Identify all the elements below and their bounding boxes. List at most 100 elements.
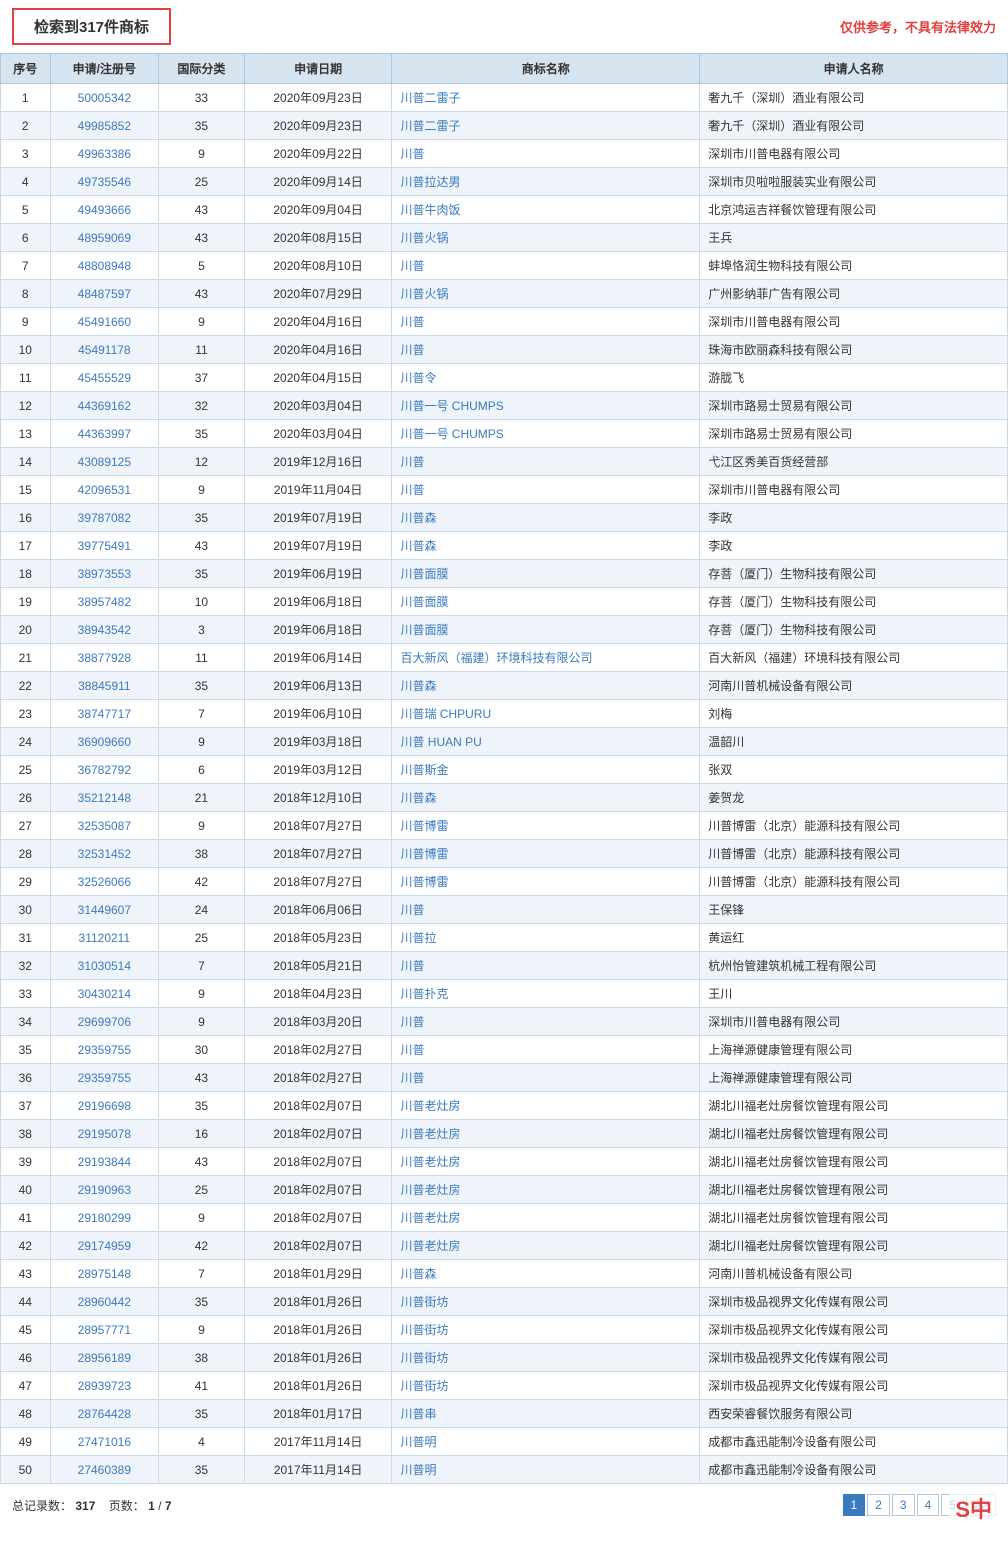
app-no-link[interactable]: 36782792 (78, 763, 131, 777)
app-no-link[interactable]: 44369162 (78, 399, 131, 413)
cell-app-no[interactable]: 27471016 (50, 1428, 159, 1456)
app-no-link[interactable]: 28764428 (78, 1407, 131, 1421)
app-no-link[interactable]: 29190963 (78, 1183, 131, 1197)
app-no-link[interactable]: 29359755 (78, 1043, 131, 1057)
app-no-link[interactable]: 49735546 (78, 175, 131, 189)
app-no-link[interactable]: 36909660 (78, 735, 131, 749)
app-no-link[interactable]: 38845911 (78, 679, 131, 693)
cell-app-no[interactable]: 31120211 (50, 924, 159, 952)
app-no-link[interactable]: 44363997 (78, 427, 131, 441)
app-no-link[interactable]: 27471016 (78, 1435, 131, 1449)
cell-app-no[interactable]: 45491178 (50, 336, 159, 364)
cell-app-no[interactable]: 38845911 (50, 672, 159, 700)
app-no-link[interactable]: 29699706 (78, 1015, 131, 1029)
cell-app-no[interactable]: 45491660 (50, 308, 159, 336)
app-no-link[interactable]: 30430214 (78, 987, 131, 1001)
cell-app-no[interactable]: 43089125 (50, 448, 159, 476)
cell-app-no[interactable]: 36782792 (50, 756, 159, 784)
cell-app-no[interactable]: 48808948 (50, 252, 159, 280)
app-no-link[interactable]: 29195078 (78, 1127, 131, 1141)
page-button-2[interactable]: 2 (867, 1494, 890, 1516)
app-no-link[interactable]: 28975148 (78, 1267, 131, 1281)
page-button-4[interactable]: 4 (917, 1494, 940, 1516)
cell-app-no[interactable]: 50005342 (50, 84, 159, 112)
app-no-link[interactable]: 39787082 (78, 511, 131, 525)
cell-app-no[interactable]: 49493666 (50, 196, 159, 224)
app-no-link[interactable]: 32526066 (78, 875, 131, 889)
app-no-link[interactable]: 38957482 (78, 595, 131, 609)
cell-app-no[interactable]: 29195078 (50, 1120, 159, 1148)
cell-app-no[interactable]: 29196698 (50, 1092, 159, 1120)
app-no-link[interactable]: 29196698 (78, 1099, 131, 1113)
cell-app-no[interactable]: 44363997 (50, 420, 159, 448)
app-no-link[interactable]: 35212148 (78, 791, 131, 805)
cell-app-no[interactable]: 29193844 (50, 1148, 159, 1176)
app-no-link[interactable]: 49985852 (78, 119, 131, 133)
app-no-link[interactable]: 43089125 (78, 455, 131, 469)
cell-app-no[interactable]: 48487597 (50, 280, 159, 308)
app-no-link[interactable]: 38943542 (78, 623, 131, 637)
app-no-link[interactable]: 28956189 (78, 1351, 131, 1365)
cell-app-no[interactable]: 32526066 (50, 868, 159, 896)
cell-app-no[interactable]: 39775491 (50, 532, 159, 560)
cell-app-no[interactable]: 36909660 (50, 728, 159, 756)
cell-app-no[interactable]: 29699706 (50, 1008, 159, 1036)
cell-app-no[interactable]: 29190963 (50, 1176, 159, 1204)
cell-app-no[interactable]: 28939723 (50, 1372, 159, 1400)
cell-app-no[interactable]: 28975148 (50, 1260, 159, 1288)
cell-app-no[interactable]: 38973553 (50, 560, 159, 588)
cell-app-no[interactable]: 28956189 (50, 1344, 159, 1372)
app-no-link[interactable]: 28957771 (78, 1323, 131, 1337)
app-no-link[interactable]: 38973553 (78, 567, 131, 581)
app-no-link[interactable]: 49963386 (78, 147, 131, 161)
app-no-link[interactable]: 29180299 (78, 1211, 131, 1225)
app-no-link[interactable]: 31449607 (78, 903, 131, 917)
app-no-link[interactable]: 38747717 (78, 707, 131, 721)
cell-app-no[interactable]: 49735546 (50, 168, 159, 196)
cell-app-no[interactable]: 35212148 (50, 784, 159, 812)
cell-app-no[interactable]: 32531452 (50, 840, 159, 868)
cell-app-no[interactable]: 31030514 (50, 952, 159, 980)
app-no-link[interactable]: 45455529 (78, 371, 131, 385)
app-no-link[interactable]: 32535087 (78, 819, 131, 833)
app-no-link[interactable]: 49493666 (78, 203, 131, 217)
app-no-link[interactable]: 45491660 (78, 315, 131, 329)
cell-app-no[interactable]: 38877928 (50, 644, 159, 672)
cell-app-no[interactable]: 29359755 (50, 1064, 159, 1092)
app-no-link[interactable]: 29359755 (78, 1071, 131, 1085)
app-no-link[interactable]: 31120211 (79, 931, 131, 945)
cell-app-no[interactable]: 48959069 (50, 224, 159, 252)
app-no-link[interactable]: 28939723 (78, 1379, 131, 1393)
cell-app-no[interactable]: 29180299 (50, 1204, 159, 1232)
cell-app-no[interactable]: 27460389 (50, 1456, 159, 1484)
cell-app-no[interactable]: 29359755 (50, 1036, 159, 1064)
cell-app-no[interactable]: 38747717 (50, 700, 159, 728)
app-no-link[interactable]: 50005342 (78, 91, 131, 105)
cell-app-no[interactable]: 49985852 (50, 112, 159, 140)
cell-app-no[interactable]: 42096531 (50, 476, 159, 504)
cell-app-no[interactable]: 29174959 (50, 1232, 159, 1260)
app-no-link[interactable]: 48808948 (78, 259, 131, 273)
app-no-link[interactable]: 27460389 (78, 1463, 131, 1477)
app-no-link[interactable]: 39775491 (78, 539, 131, 553)
page-button-3[interactable]: 3 (892, 1494, 915, 1516)
cell-app-no[interactable]: 38943542 (50, 616, 159, 644)
cell-app-no[interactable]: 32535087 (50, 812, 159, 840)
cell-app-no[interactable]: 31449607 (50, 896, 159, 924)
app-no-link[interactable]: 48487597 (78, 287, 131, 301)
cell-app-no[interactable]: 38957482 (50, 588, 159, 616)
app-no-link[interactable]: 38877928 (78, 651, 131, 665)
app-no-link[interactable]: 48959069 (78, 231, 131, 245)
app-no-link[interactable]: 42096531 (78, 483, 131, 497)
cell-app-no[interactable]: 49963386 (50, 140, 159, 168)
cell-app-no[interactable]: 28960442 (50, 1288, 159, 1316)
cell-app-no[interactable]: 44369162 (50, 392, 159, 420)
app-no-link[interactable]: 31030514 (78, 959, 131, 973)
app-no-link[interactable]: 29193844 (78, 1155, 131, 1169)
page-button-1[interactable]: 1 (843, 1494, 866, 1516)
app-no-link[interactable]: 45491178 (78, 343, 131, 357)
cell-app-no[interactable]: 28764428 (50, 1400, 159, 1428)
app-no-link[interactable]: 28960442 (78, 1295, 131, 1309)
cell-app-no[interactable]: 30430214 (50, 980, 159, 1008)
app-no-link[interactable]: 32531452 (78, 847, 131, 861)
